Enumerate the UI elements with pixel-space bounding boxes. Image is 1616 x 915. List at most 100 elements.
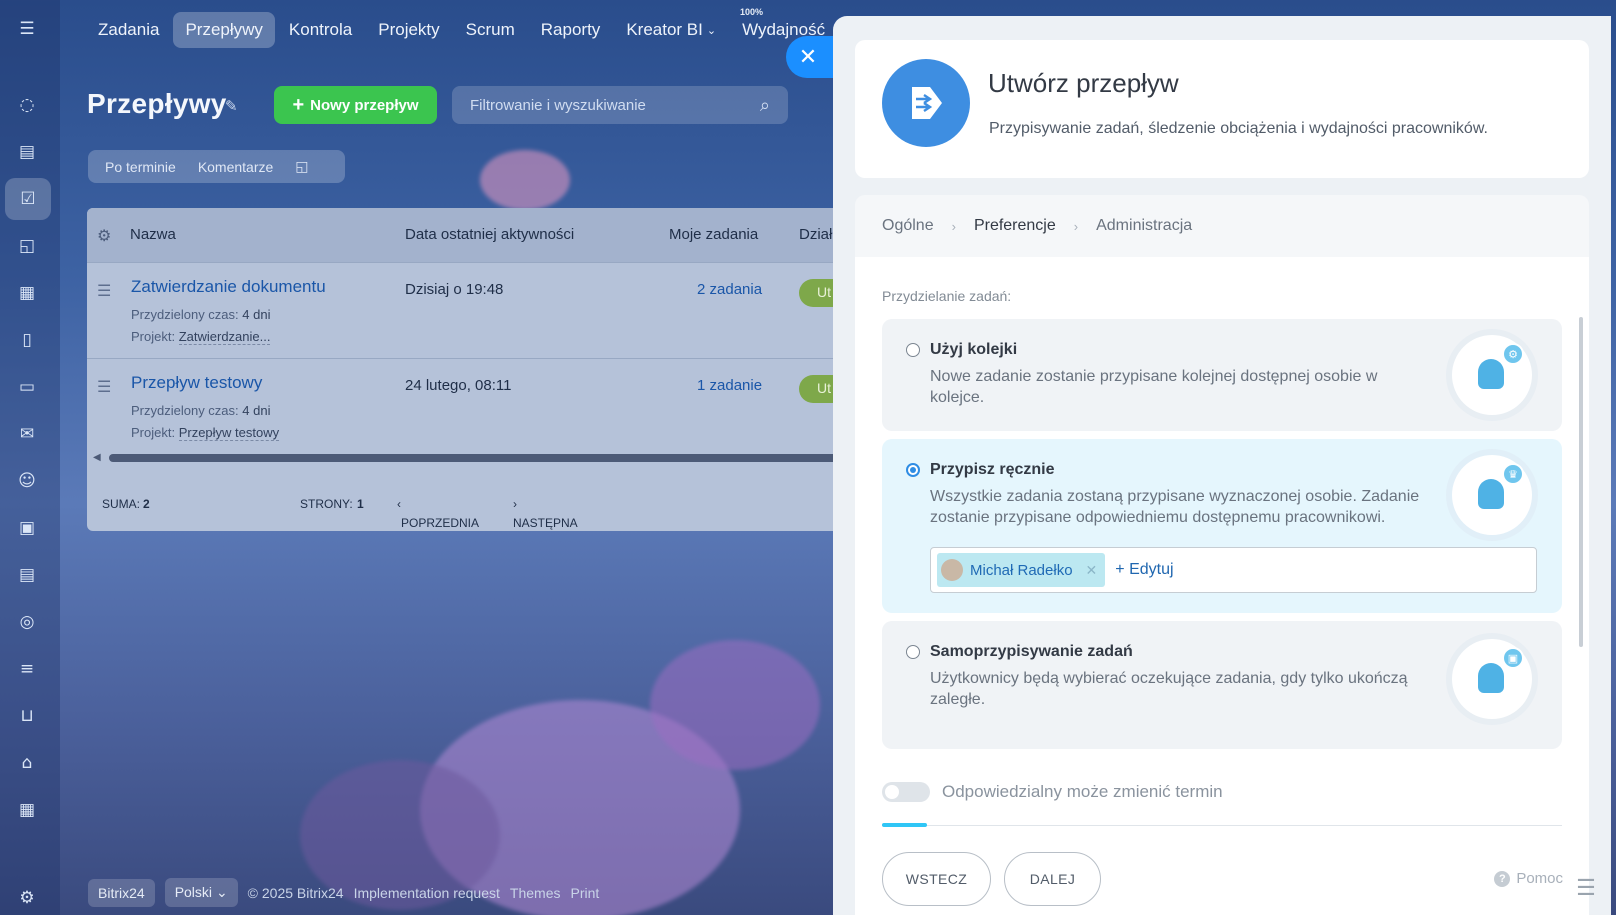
nav-projekty[interactable]: Projekty xyxy=(366,12,451,48)
my-tasks-count[interactable]: 2 zadania xyxy=(697,281,762,298)
tasks-list-icon[interactable]: ▤ xyxy=(14,139,40,165)
filter-icon[interactable]: ≡ xyxy=(14,656,40,682)
assignment-section-label: Przydzielanie zadań: xyxy=(882,288,1012,304)
news-icon[interactable]: ▤ xyxy=(14,562,40,588)
assigned-time-value: 4 dni xyxy=(242,403,271,418)
brand-chip[interactable]: Bitrix24 xyxy=(88,878,155,907)
option-manual[interactable]: Przypisz ręcznie Wszystkie zadania zosta… xyxy=(882,439,1562,613)
flow-title[interactable]: Przepływ testowy xyxy=(131,373,262,393)
option-queue[interactable]: Użyj kolejki Nowe zadanie zostanie przyp… xyxy=(882,319,1562,431)
drive-icon[interactable]: ▭ xyxy=(14,374,40,400)
step-preferences[interactable]: Preferencje xyxy=(974,217,1056,235)
document-icon[interactable]: ▯ xyxy=(14,327,40,353)
nav-scrum[interactable]: Scrum xyxy=(454,12,527,48)
manual-radio[interactable] xyxy=(906,463,920,477)
chevron-down-icon: ⌄ xyxy=(215,884,228,900)
settings-icon[interactable]: ⚙ xyxy=(14,885,40,911)
hamburger-icon[interactable]: ☰ xyxy=(14,16,40,42)
back-button[interactable]: WSTECZ xyxy=(882,852,991,906)
next-page-label: NASTĘPNA xyxy=(513,516,578,530)
feed-icon[interactable]: ◌ xyxy=(14,92,40,118)
column-my-tasks[interactable]: Moje zadania xyxy=(669,226,758,243)
search-placeholder: Filtrowanie i wyszukiwanie xyxy=(470,96,646,114)
assignee-tag[interactable]: Michał Radełko ✕ xyxy=(937,553,1106,587)
project-link[interactable]: Zatwierdzanie... xyxy=(178,329,271,345)
panel-title: Utwórz przepływ xyxy=(988,68,1179,98)
filter-by-deadline[interactable]: Po terminie xyxy=(105,159,176,175)
cart-icon[interactable]: ⊔ xyxy=(14,703,40,729)
search-input[interactable]: Filtrowanie i wyszukiwanie ⌕ xyxy=(452,86,788,124)
edit-assignee-link[interactable]: + Edytuj xyxy=(1115,561,1173,579)
option-description: Wszystkie zadania zostaną przypisane wyz… xyxy=(930,488,1420,526)
nav-zadania[interactable]: Zadania xyxy=(86,12,171,48)
new-flow-button[interactable]: + Nowy przepływ xyxy=(274,86,437,124)
schedule-icon[interactable]: ▦ xyxy=(14,797,40,823)
search-icon[interactable]: ⌕ xyxy=(760,95,770,116)
calendar-icon[interactable]: ▦ xyxy=(14,280,40,306)
queue-radio[interactable] xyxy=(906,343,920,357)
language-select[interactable]: Polski ⌄ xyxy=(164,878,238,907)
menu-icon[interactable]: ☰ xyxy=(1564,868,1608,908)
contacts-icon[interactable]: ☺ xyxy=(14,468,40,494)
plus-icon: + xyxy=(292,93,305,116)
page-footer: Bitrix24 Polski ⌄ © 2025 Bitrix24 Implem… xyxy=(88,878,599,907)
new-flow-label: Nowy przepływ xyxy=(310,96,419,114)
prev-page-button[interactable]: ‹ POPRZEDNIA xyxy=(397,497,479,530)
assigned-time-label: Przydzielony czas: xyxy=(131,307,239,322)
panel-subtitle: Przypisywanie zadań, śledzenie obciążeni… xyxy=(989,120,1488,137)
target-icon[interactable]: ◎ xyxy=(14,609,40,635)
warehouse-icon[interactable]: ⌂ xyxy=(14,750,40,776)
create-flow-panel: Utwórz przepływ Przypisywanie zadań, śle… xyxy=(833,16,1611,915)
checkbox-icon[interactable]: ☑ xyxy=(5,178,51,220)
next-page-button[interactable]: NASTĘPNA › xyxy=(513,497,578,530)
remove-icon[interactable]: ✕ xyxy=(1086,562,1098,579)
column-last-activity[interactable]: Data ostatniej aktywności xyxy=(405,226,574,243)
self-assign-illustration-icon: ▣ xyxy=(1452,639,1532,719)
manual-illustration-icon: ♛ xyxy=(1452,455,1532,535)
chat-icon[interactable]: ◱ xyxy=(14,233,40,259)
table-header: ⚙ Nazwa Data ostatniej aktywności Moje z… xyxy=(87,208,847,262)
next-button[interactable]: DALEJ xyxy=(1004,852,1101,906)
horizontal-scrollbar[interactable]: ◀ xyxy=(87,452,847,464)
drag-handle-icon[interactable]: ☰ xyxy=(97,377,111,397)
drag-handle-icon[interactable]: ☰ xyxy=(97,281,111,301)
my-tasks-count[interactable]: 1 zadanie xyxy=(697,377,762,394)
settings-gear-icon[interactable]: ⚙ xyxy=(97,226,111,246)
step-general[interactable]: Ogólne xyxy=(882,217,934,235)
self-assign-radio[interactable] xyxy=(906,645,920,659)
footer-link[interactable]: Print xyxy=(570,885,599,901)
option-description: Nowe zadanie zostanie przypisane kolejne… xyxy=(930,368,1378,406)
queue-illustration-icon: ⚙ xyxy=(1452,335,1532,415)
column-name[interactable]: Nazwa xyxy=(130,226,176,243)
table-row[interactable]: ☰ Przepływ testowy Przydzielony czas: 4 … xyxy=(87,358,847,454)
left-sidebar: ☰ ◌ ▤ ☑ ◱ ▦ ▯ ▭ ✉ ☺ ▣ ▤ ◎ ≡ ⊔ ⌂ ▦ ⚙ xyxy=(0,0,60,915)
column-department[interactable]: Dział xyxy=(799,226,832,243)
table-row[interactable]: ☰ Zatwierdzanie dokumentu Przydzielony c… xyxy=(87,262,847,358)
comments-icon[interactable]: ◱ xyxy=(295,158,308,175)
nav-raporty[interactable]: Raporty xyxy=(529,12,613,48)
vertical-scrollbar[interactable] xyxy=(1579,317,1583,647)
filter-comments[interactable]: Komentarze xyxy=(198,159,273,175)
footer-link[interactable]: Themes xyxy=(510,885,561,901)
flow-title[interactable]: Zatwierdzanie dokumentu xyxy=(131,277,326,297)
nav-kontrola[interactable]: Kontrola xyxy=(277,12,364,48)
mail-icon[interactable]: ✉ xyxy=(14,421,40,447)
deadline-toggle[interactable] xyxy=(882,782,930,802)
close-slider-button[interactable]: ✕ xyxy=(786,36,838,78)
project-link[interactable]: Przepływ testowy xyxy=(178,425,280,441)
scroll-left-icon[interactable]: ◀ xyxy=(93,452,101,463)
nav-kreator-bi[interactable]: Kreator BI ⌄ xyxy=(614,12,728,48)
page-title: Przepływy xyxy=(87,88,227,119)
nav-przeplywy[interactable]: Przepływy xyxy=(173,12,275,48)
panel-body: Przydzielanie zadań: Użyj kolejki Nowe z… xyxy=(855,257,1589,915)
footer-link[interactable]: Implementation request xyxy=(354,885,500,901)
step-administration[interactable]: Administracja xyxy=(1096,217,1192,235)
assigned-time: Przydzielony czas: 4 dni xyxy=(131,403,270,418)
assignee-selector[interactable]: Michał Radełko ✕ + Edytuj xyxy=(930,547,1537,593)
option-title: Użyj kolejki xyxy=(930,341,1018,358)
option-self-assign[interactable]: Samoprzypisywanie zadań Użytkownicy będą… xyxy=(882,621,1562,749)
scrollbar-thumb[interactable] xyxy=(109,454,847,462)
presentation-icon[interactable]: ▣ xyxy=(14,515,40,541)
help-link[interactable]: ? Pomoc xyxy=(1494,870,1563,887)
pin-icon[interactable]: ✎ xyxy=(225,97,238,115)
